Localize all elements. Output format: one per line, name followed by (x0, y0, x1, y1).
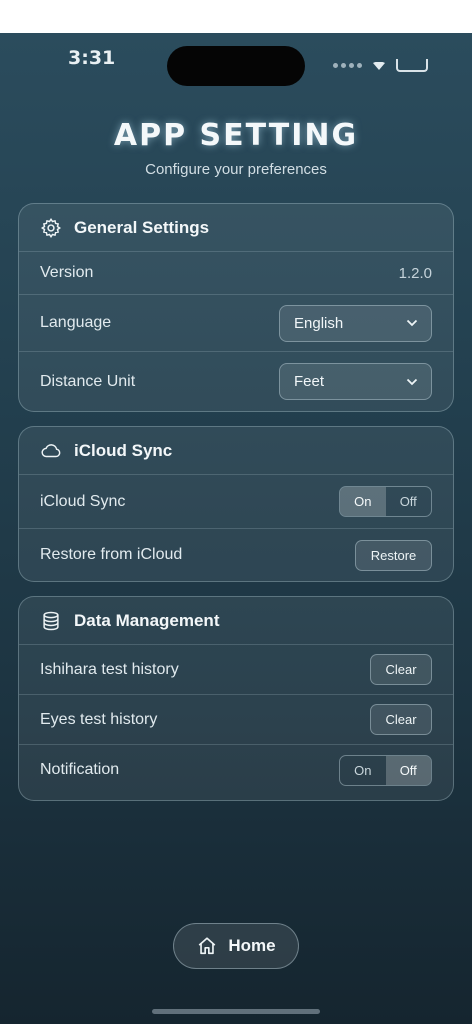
distance-unit-label: Distance Unit (40, 372, 136, 390)
home-button[interactable]: Home (173, 923, 299, 969)
version-value: 1.2.0 (398, 264, 432, 282)
icloud-sync-header: iCloud Sync (19, 427, 453, 475)
restore-label: Restore from iCloud (40, 546, 183, 563)
icloud-sync-row: iCloud Sync On Off (19, 475, 453, 529)
icloud-sync-card: iCloud Sync iCloud Sync On Off Restore f… (18, 426, 454, 582)
distance-unit-selected-value: Feet (294, 373, 325, 390)
page-title: APP SETTING (113, 118, 359, 153)
status-time: 3:31 (68, 47, 116, 69)
data-management-header: Data Management (19, 597, 453, 645)
general-settings-header: General Settings (19, 204, 453, 252)
home-indicator (152, 1009, 320, 1014)
home-label: Home (228, 936, 276, 955)
distance-unit-row: Distance Unit Feet (19, 352, 453, 411)
wifi-icon (373, 61, 385, 70)
notification-toggle[interactable]: On Off (339, 754, 432, 786)
notification-label: Notification (40, 761, 120, 778)
app-screen: 3:31 APP SETTING Configure your preferen… (0, 33, 472, 1024)
clear-ishihara-button[interactable]: Clear (370, 654, 432, 685)
battery-icon (396, 59, 428, 72)
version-label: Version (40, 264, 94, 281)
database-icon (43, 611, 59, 630)
icloud-sync-title: iCloud Sync (74, 440, 173, 460)
general-settings-title: General Settings (74, 217, 210, 237)
clear-eyes-button[interactable]: Clear (370, 704, 432, 735)
icloud-sync-toggle[interactable]: On Off (339, 486, 432, 517)
language-label: Language (40, 314, 112, 331)
language-select[interactable]: English (279, 304, 432, 342)
data-management-card: Data Management Ishihara test history Cl… (18, 596, 454, 801)
ishihara-history-row: Ishihara test history Clear (19, 645, 453, 695)
cloud-icon (41, 443, 61, 457)
notification-off-option[interactable]: Off (385, 755, 431, 785)
version-row: Version 1.2.0 (19, 252, 453, 295)
signal-icon (333, 63, 362, 68)
language-row: Language English (19, 295, 453, 352)
eyes-history-row: Eyes test history Clear (19, 695, 453, 745)
notification-on-option[interactable]: On (340, 756, 386, 785)
data-management-title: Data Management (74, 610, 220, 630)
icloud-sync-label: iCloud Sync (40, 492, 126, 510)
restore-button[interactable]: Restore (355, 539, 432, 571)
ishihara-history-label: Ishihara test history (40, 660, 179, 678)
restore-row: Restore from iCloud Restore (19, 529, 453, 581)
distance-unit-select[interactable]: Feet (279, 363, 432, 400)
home-icon (199, 937, 216, 955)
gear-icon (40, 217, 62, 238)
icloud-sync-on-option[interactable]: On (340, 487, 386, 516)
notification-row: Notification On Off (19, 745, 453, 795)
icloud-sync-off-option[interactable]: Off (386, 487, 432, 516)
language-selected-value: English (294, 314, 344, 332)
chevron-down-icon (406, 378, 418, 385)
general-settings-card: General Settings Version 1.2.0 Language … (18, 203, 454, 412)
page-subtitle: Configure your preferences (145, 161, 327, 178)
dynamic-island (167, 46, 305, 86)
status-indicators (333, 59, 428, 72)
eyes-history-label: Eyes test history (40, 710, 158, 728)
chevron-down-icon (406, 319, 418, 327)
